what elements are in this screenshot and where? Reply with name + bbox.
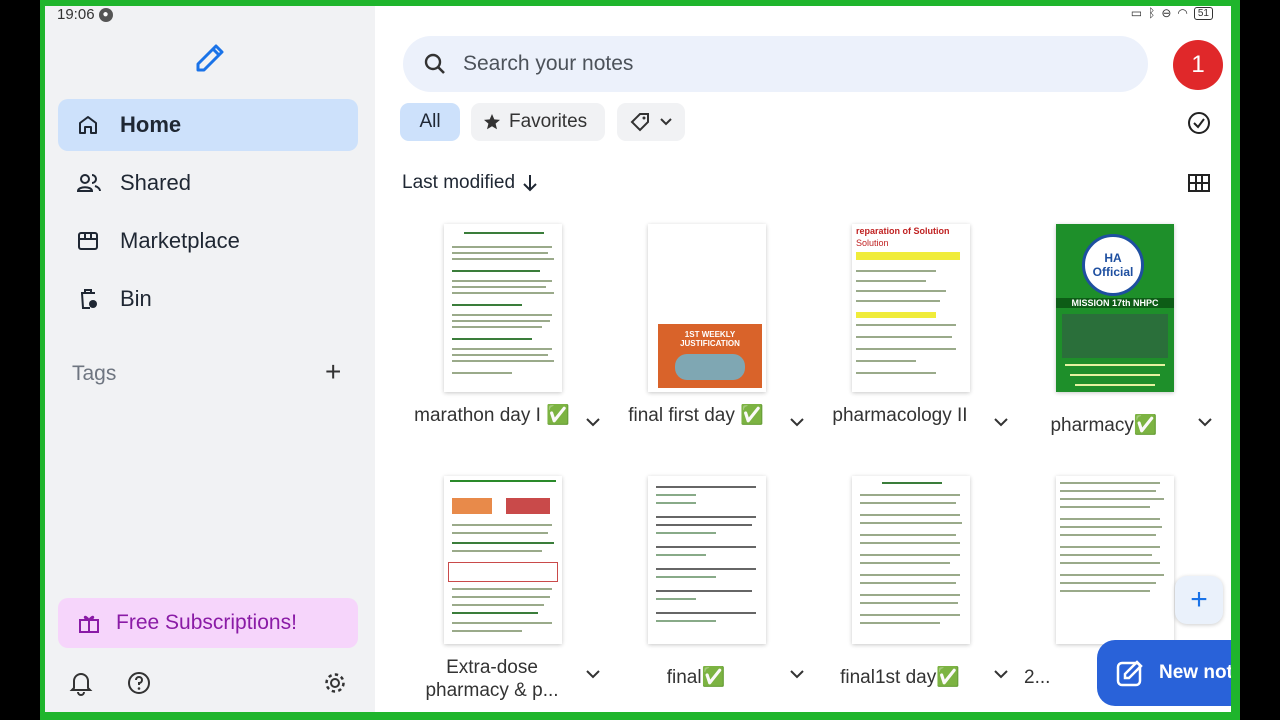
add-tag-button[interactable]: + xyxy=(325,356,341,388)
chevron-down-icon[interactable] xyxy=(994,666,1008,684)
promo-label: Free Subscriptions! xyxy=(116,611,297,634)
bell-icon[interactable] xyxy=(69,670,93,701)
sidebar: 19:06 ● Home Shared Marketplace Bin Tags… xyxy=(45,6,375,712)
note-title: final✅ xyxy=(666,667,726,688)
note-thumbnail: reparation of Solution Solution xyxy=(852,224,970,392)
filter-tag-dropdown[interactable] xyxy=(617,103,685,141)
people-icon xyxy=(76,171,106,195)
grid-view-icon[interactable] xyxy=(1188,173,1210,198)
filter-favorites-chip[interactable]: Favorites xyxy=(471,103,605,141)
note-thumbnail: HA Official MISSION 17th NHPC xyxy=(1056,224,1174,392)
filter-all-chip[interactable]: All xyxy=(400,103,460,141)
note-title: final1st day✅ xyxy=(840,667,960,688)
edit-pen-icon[interactable] xyxy=(190,40,230,85)
sidebar-item-bin[interactable]: Bin xyxy=(58,273,358,325)
bin-icon xyxy=(76,287,106,311)
search-input[interactable] xyxy=(461,51,1065,77)
note-title: 2... xyxy=(1024,667,1051,688)
weekly-cover-image: 1ST WEEKLY JUSTIFICATION xyxy=(658,324,762,388)
note-title: Extra-dose pharmacy & p... xyxy=(425,657,559,701)
sidebar-item-marketplace[interactable]: Marketplace xyxy=(58,215,358,267)
help-icon[interactable] xyxy=(127,670,151,701)
star-icon xyxy=(483,113,501,131)
search-bar[interactable] xyxy=(403,36,1148,92)
new-note-button[interactable]: New note xyxy=(1097,640,1231,706)
wifi-icon: ◠ xyxy=(1177,6,1188,20)
notes-area: ▭ ᛒ ⊖ ◠ 51 1 All Favorites xyxy=(375,6,1231,712)
sidebar-item-label: Home xyxy=(120,112,182,137)
bluetooth-icon: ᛒ xyxy=(1148,6,1156,20)
note-title: final first day ✅ xyxy=(628,405,764,426)
sidebar-item-shared[interactable]: Shared xyxy=(58,157,358,209)
new-note-label: New note xyxy=(1159,662,1231,683)
settings-icon[interactable] xyxy=(323,670,347,701)
tags-heading: Tags xyxy=(72,362,117,385)
note-thumbnail xyxy=(852,476,970,644)
ha-official-logo: HA Official xyxy=(1082,234,1144,296)
store-icon xyxy=(76,229,106,253)
select-check-icon[interactable] xyxy=(1187,111,1211,140)
note-thumbnail xyxy=(1056,476,1174,644)
app-screen: 19:06 ● Home Shared Marketplace Bin Tags… xyxy=(45,6,1231,712)
cast-icon: ▭ xyxy=(1130,6,1143,20)
home-icon xyxy=(76,113,106,137)
note-thumbnail xyxy=(444,476,562,644)
free-subscriptions-button[interactable]: Free Subscriptions! xyxy=(58,598,358,648)
dnd-icon: ⊖ xyxy=(1161,6,1172,20)
status-icons: ▭ ᛒ ⊖ ◠ 51 xyxy=(1131,6,1213,20)
sidebar-item-home[interactable]: Home xyxy=(58,99,358,151)
chevron-down-icon[interactable] xyxy=(586,414,600,432)
search-icon xyxy=(423,52,447,76)
note-thumbnail: 1ST WEEKLY JUSTIFICATION xyxy=(648,224,766,392)
sidebar-item-label: Marketplace xyxy=(120,228,240,253)
sort-control[interactable]: Last modified xyxy=(402,172,537,194)
mission-banner: MISSION 17th NHPC xyxy=(1056,298,1174,308)
tag-icon xyxy=(630,112,650,132)
favorites-label: Favorites xyxy=(509,111,588,132)
chevron-down-icon[interactable] xyxy=(586,666,600,684)
thumb-subheading: Solution xyxy=(856,238,889,248)
new-note-icon xyxy=(1115,658,1145,688)
note-title: pharmacy✅ xyxy=(1050,415,1158,436)
chevron-down-icon[interactable] xyxy=(790,414,804,432)
battery-icon: 51 xyxy=(1193,6,1213,20)
sidebar-item-label: Bin xyxy=(120,286,152,311)
notification-dot-icon: ● xyxy=(98,7,113,22)
arrow-down-icon xyxy=(523,174,537,192)
sort-label: Last modified xyxy=(402,172,516,193)
chevron-down-icon[interactable] xyxy=(790,666,804,684)
sidebar-item-label: Shared xyxy=(120,170,191,195)
note-title: pharmacology II xyxy=(832,405,968,426)
thumb-heading: reparation of Solution xyxy=(856,226,950,236)
chevron-down-icon xyxy=(660,118,672,126)
chevron-down-icon[interactable] xyxy=(994,414,1008,432)
gift-icon xyxy=(78,612,100,634)
profile-badge[interactable]: 1 xyxy=(1173,40,1223,90)
note-title: marathon day I ✅ xyxy=(414,405,570,426)
video-frame: 19:06 ● Home Shared Marketplace Bin Tags… xyxy=(40,0,1240,720)
add-button[interactable]: + xyxy=(1175,576,1223,624)
status-time: 19:06 ● xyxy=(57,6,113,23)
chevron-down-icon[interactable] xyxy=(1198,414,1212,432)
note-thumbnail xyxy=(444,224,562,392)
note-thumbnail xyxy=(648,476,766,644)
